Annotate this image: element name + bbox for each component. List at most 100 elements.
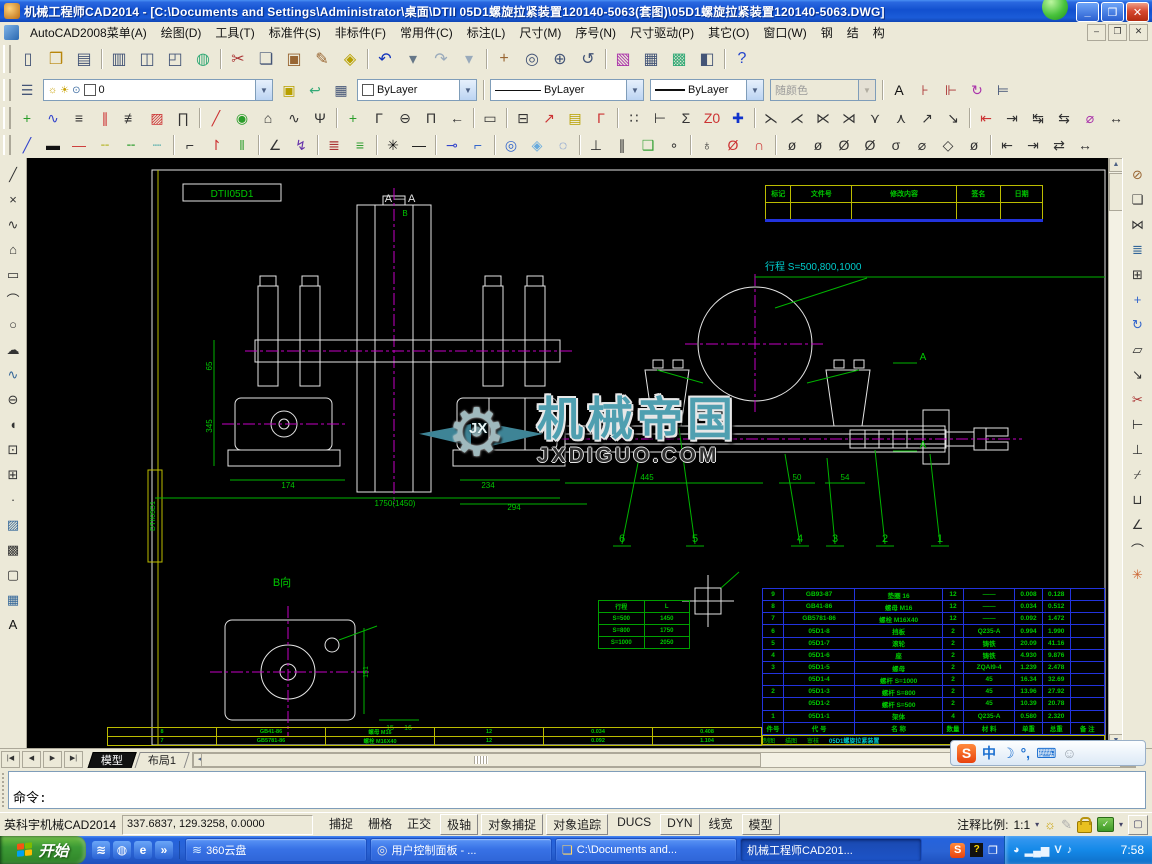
explode-icon[interactable]: ✳ [1126, 563, 1149, 586]
circle-dash-icon[interactable]: ◌ [551, 133, 575, 157]
match-properties-icon[interactable]: ✎ [309, 46, 335, 72]
rotate-icon[interactable]: ↻ [1126, 313, 1149, 336]
window-tray-icon[interactable]: ❐ [988, 844, 998, 857]
dia-3-icon[interactable]: Ø [832, 133, 856, 157]
task-button[interactable]: ◎ 用户控制面板 - ... [370, 838, 552, 862]
dim-arr-icon[interactable]: ⇥ [1021, 133, 1045, 157]
break-icon[interactable]: ⌿ [1126, 463, 1149, 486]
point-marker-icon[interactable]: + [15, 106, 39, 130]
green-pair-icon[interactable]: ‖ [230, 133, 254, 157]
zoom-previous-icon[interactable]: ↺ [575, 46, 601, 72]
break-at-point-icon[interactable]: ⊥ [1126, 438, 1149, 461]
lock-icon[interactable] [1076, 816, 1092, 833]
trim-h-icon[interactable]: ↘ [941, 106, 965, 130]
stretch-icon[interactable]: ↘ [1126, 363, 1149, 386]
scroll-up-icon[interactable]: ▲ [1109, 158, 1123, 172]
break-symbol-icon[interactable]: Ψ [308, 106, 332, 130]
block-editor-icon[interactable]: ◈ [337, 46, 363, 72]
toggle-线宽[interactable]: 线宽 [703, 814, 739, 835]
angle-tool-icon[interactable]: ∠ [263, 133, 287, 157]
erase-icon[interactable]: ⊘ [1126, 163, 1149, 186]
menu-item[interactable]: 其它(O) [701, 22, 756, 43]
help-icon[interactable]: ? [729, 46, 755, 72]
more-chevron-icon[interactable]: » [155, 841, 173, 859]
v-tray-icon[interactable]: V [1054, 844, 1061, 856]
dia-2-icon[interactable]: ø [806, 133, 830, 157]
color-combobox[interactable]: ByLayer ▼ [357, 79, 477, 101]
publish-icon[interactable]: ◰ [162, 46, 188, 72]
copy-icon[interactable]: ❏ [1126, 188, 1149, 211]
toggle-正交[interactable]: 正交 [401, 814, 437, 835]
tab-layout1[interactable]: 布局1 [134, 752, 190, 769]
dash-icon[interactable]: — [407, 133, 431, 157]
zoom-window-icon[interactable]: ⊕ [547, 46, 573, 72]
ellipse-icon[interactable]: ⊖ [2, 388, 25, 411]
polyline-icon[interactable]: ∿ [2, 213, 25, 236]
group-box-icon[interactable]: ❑ [636, 133, 660, 157]
stacked-plates-icon[interactable]: ▤ [563, 106, 587, 130]
chevron-down-icon[interactable]: ▼ [626, 80, 643, 100]
node-flag-icon[interactable]: ♁ [695, 133, 719, 157]
toggle-DYN[interactable]: DYN [660, 814, 700, 835]
person-icon[interactable]: ☺ [1062, 745, 1076, 761]
linetype-combobox[interactable]: ByLayer ▼ [490, 79, 644, 101]
horizontal-scroll-thumb[interactable] [201, 753, 762, 767]
flatten-icon[interactable]: ⊟ [511, 106, 535, 130]
chinese-mode-icon[interactable]: 中 [982, 743, 996, 763]
beam-symbol-icon[interactable]: Π [419, 106, 443, 130]
mtext-icon[interactable]: A [2, 613, 25, 636]
task-button[interactable]: ❏ C:\Documents and... [555, 838, 737, 862]
red-leader-icon[interactable]: ↗ [537, 106, 561, 130]
dim-span-icon[interactable]: ↔ [1073, 133, 1097, 157]
gradient-icon[interactable]: ▩ [2, 538, 25, 561]
make-layer-current-icon[interactable]: ▣ [277, 78, 301, 102]
menu-item[interactable]: 构 [866, 22, 892, 43]
polygon-tool-icon[interactable]: ⌂ [256, 106, 280, 130]
dim-ext-icon[interactable]: ⇤ [995, 133, 1019, 157]
pan-icon[interactable]: + [491, 46, 517, 72]
hatch-region-icon[interactable]: ▨ [145, 106, 169, 130]
dim-v8-icon[interactable]: ⇆ [1052, 106, 1076, 130]
dim-style-b-icon[interactable]: ⊩ [939, 78, 963, 102]
help-tray-icon[interactable]: ? [970, 843, 984, 857]
hatch-bars-icon[interactable]: ≣ [322, 133, 346, 157]
perpendicular-icon[interactable]: ⊥ [584, 133, 608, 157]
dim-swap-icon[interactable]: ⇄ [1047, 133, 1071, 157]
layer-states-icon[interactable]: ▦ [329, 78, 353, 102]
annotation-autoadd-icon[interactable]: ✎ [1061, 817, 1072, 833]
offset-icon[interactable]: ≣ [1126, 238, 1149, 261]
dia-5-icon[interactable]: σ [884, 133, 908, 157]
chamfer-icon[interactable]: ∠ [1126, 513, 1149, 536]
zoom-realtime-icon[interactable]: ◎ [519, 46, 545, 72]
half-moon-icon[interactable]: ☽ [1002, 745, 1015, 762]
360-cloud-quick-icon[interactable]: ≋ [92, 841, 110, 859]
dim-oe-icon[interactable]: ⇥ [1000, 106, 1024, 130]
menu-item[interactable]: 尺寸驱动(P) [623, 22, 701, 43]
array-dots-icon[interactable]: ∷ [622, 106, 646, 130]
parallel-lines-icon[interactable]: ≡ [67, 106, 91, 130]
tab-model[interactable]: 模型 [87, 752, 137, 769]
viewport-frame-icon[interactable]: ▭ [478, 106, 502, 130]
dim-angle-icon[interactable]: ⌀ [1078, 106, 1102, 130]
line-cyan-icon[interactable]: ┈ [145, 133, 169, 157]
punctuation-icon[interactable]: °, [1021, 745, 1031, 761]
spline-icon[interactable]: ∿ [2, 363, 25, 386]
paste-icon[interactable]: ▣ [281, 46, 307, 72]
tab-first-button[interactable]: |◀ [1, 751, 20, 768]
redo-drop-icon[interactable]: ▾ [456, 46, 482, 72]
wave-line-icon[interactable]: ∿ [282, 106, 306, 130]
properties-palette-icon[interactable]: ▧ [610, 46, 636, 72]
text-style-icon[interactable]: A [887, 78, 911, 102]
trim-e-icon[interactable]: ⋎ [863, 106, 887, 130]
menu-item[interactable]: 结 [840, 22, 866, 43]
mdi-close-button[interactable]: ✕ [1129, 23, 1148, 41]
trim-c-icon[interactable]: ⋉ [811, 106, 835, 130]
revision-cloud-icon[interactable]: ☁ [2, 338, 25, 361]
node-link-icon[interactable]: ⊸ [440, 133, 464, 157]
markup-icon[interactable]: ◧ [694, 46, 720, 72]
insert-block-icon[interactable]: ⊡ [2, 438, 25, 461]
toolbar-grip[interactable] [3, 78, 11, 102]
jog-line-icon[interactable]: ∿ [41, 106, 65, 130]
line-icon[interactable]: ╱ [2, 163, 25, 186]
menu-item[interactable]: 常用件(C) [393, 22, 460, 43]
